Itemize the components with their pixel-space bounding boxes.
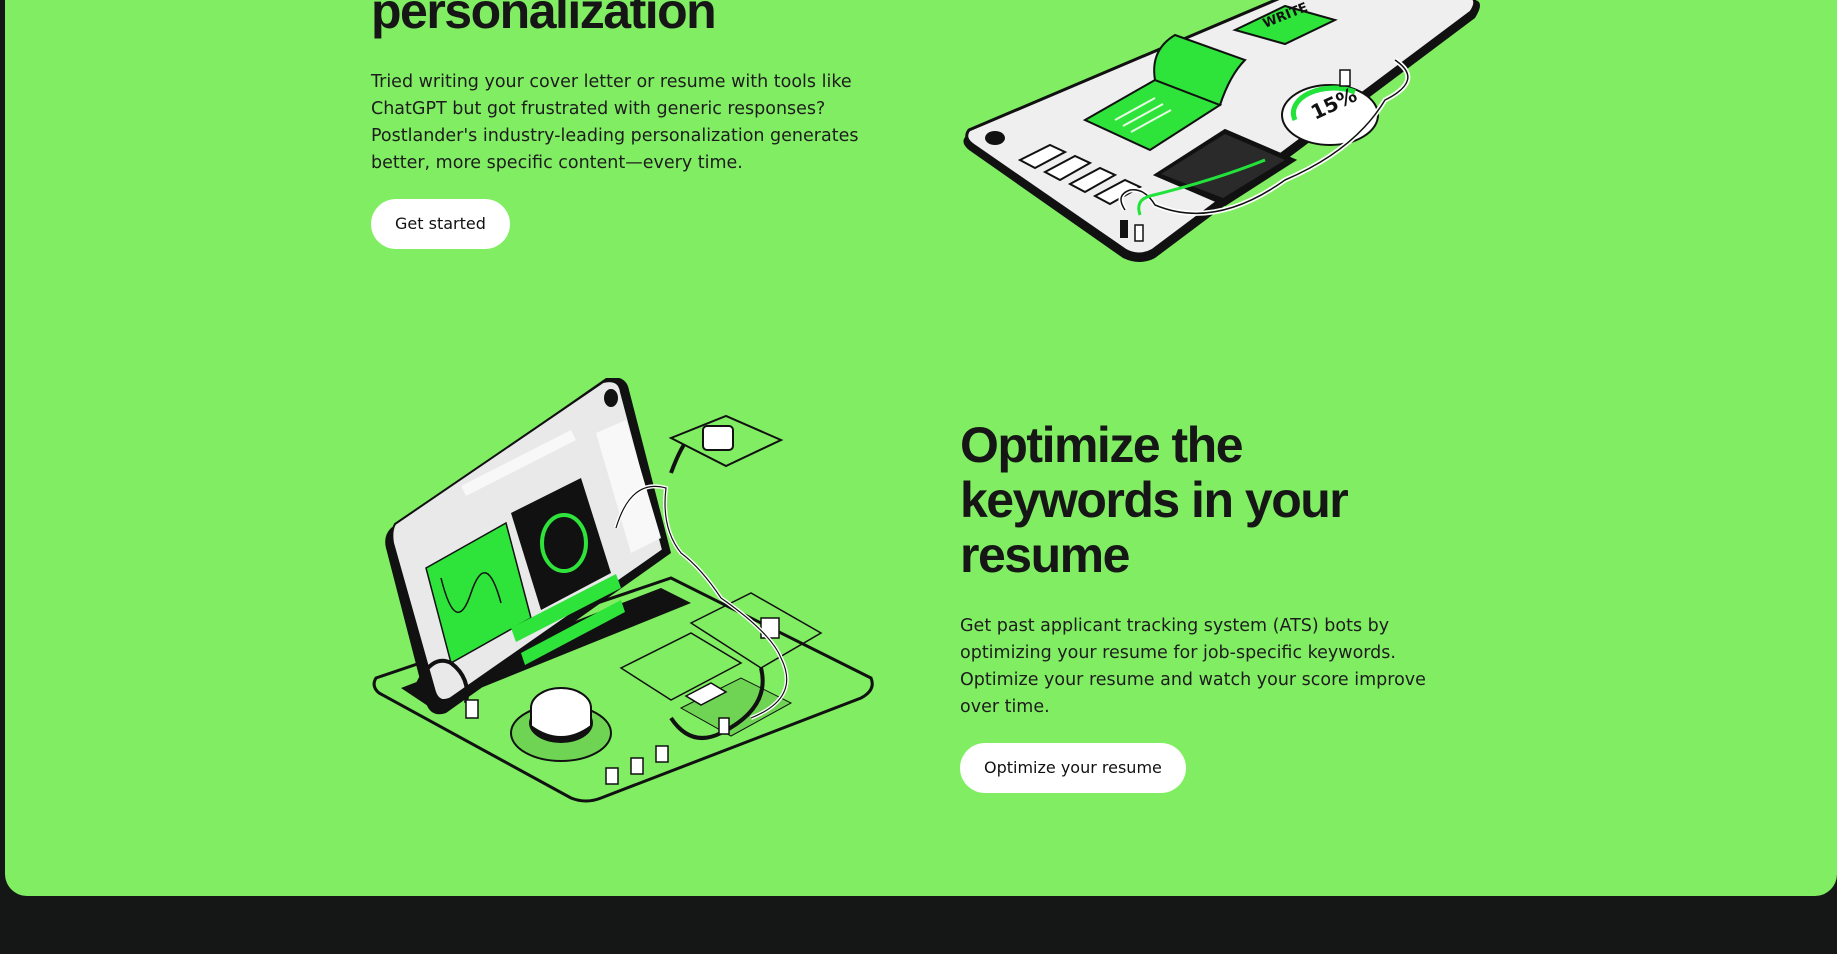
section-paragraph: Tried writing your cover letter or resum…: [371, 72, 859, 173]
personalization-section: personalization Tried writing your cover…: [371, 0, 871, 249]
page: personalization Tried writing your cover…: [0, 0, 1837, 954]
get-started-button[interactable]: Get started: [371, 199, 510, 249]
writing-device-illustration: WRITE 15%: [963, 0, 1480, 262]
section-paragraph: Get past applicant tracking system (ATS)…: [960, 616, 1426, 717]
optimize-resume-button[interactable]: Optimize your resume: [960, 743, 1186, 793]
section-heading: personalization: [371, 0, 717, 39]
keywords-section: Optimize the keywords in your resume Get…: [960, 418, 1480, 793]
mixer-device-illustration: [372, 378, 874, 803]
section-heading: Optimize the keywords in your resume: [960, 417, 1349, 583]
feature-panel: personalization Tried writing your cover…: [5, 0, 1837, 896]
